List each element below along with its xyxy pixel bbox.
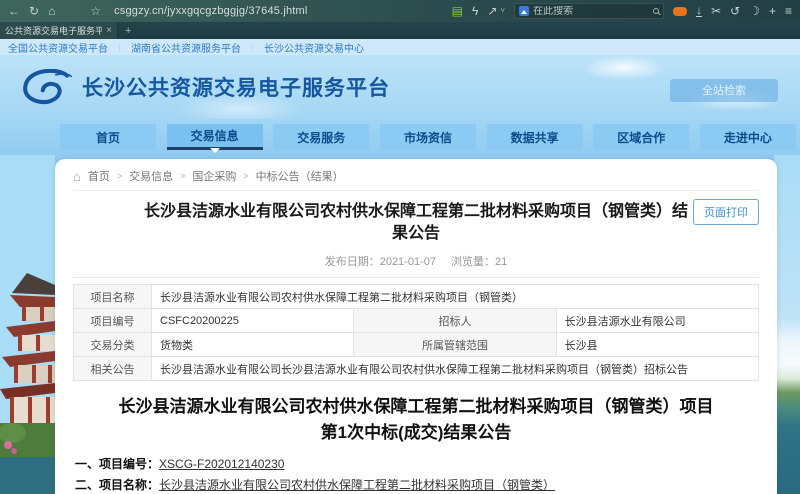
info-label-project-no: 项目编号: [74, 309, 152, 333]
toolbar-search-box[interactable]: [514, 3, 664, 19]
share-icon[interactable]: ↗: [487, 5, 497, 17]
night-mode-icon[interactable]: ☽: [749, 5, 760, 17]
building-photo-background: [774, 155, 800, 494]
item-value: XSCG-F202012140230: [159, 457, 284, 471]
breadcrumb-separator: >: [117, 171, 122, 181]
item-project-number: 一、项目编号：XSCG-F202012140230: [75, 454, 759, 475]
link-hunan-platform[interactable]: 湖南省公共资源服务平台: [131, 40, 241, 55]
content-card: ⌂ 首页 > 交易信息 > 国企采购 > 中标公告（结果） 长沙县洁源水业有限公…: [55, 159, 777, 494]
nav-item-trade-info[interactable]: 交易信息: [167, 124, 263, 150]
link-separator: ｜: [248, 41, 257, 54]
browser-tab[interactable]: 公共资源交易电子服务平台 ×: [0, 22, 118, 39]
toolbar-right-group: ▤ ϟ ↗ ˅ ↓ ✂ ↺ ☽ + ≡: [452, 3, 792, 19]
item-label: 一、项目编号：: [75, 457, 159, 471]
info-value-project-no: CSFC20200225: [152, 309, 354, 333]
search-icon[interactable]: [653, 8, 659, 14]
print-page-button[interactable]: 页面打印: [693, 199, 759, 225]
reader-mode-icon[interactable]: ▤: [452, 5, 463, 17]
info-value-project-name: 长沙县洁源水业有限公司农村供水保障工程第二批材料采购项目（钢管类）: [152, 285, 759, 309]
breadcrumb-separator: >: [180, 171, 185, 181]
webpage: 全国公共资源交易平台 ｜ 湖南省公共资源服务平台 ｜ 长沙公共资源交易中心 长沙…: [0, 39, 800, 494]
scissors-icon[interactable]: ✂: [711, 5, 721, 17]
page-title: 长沙县洁源水业有限公司农村供水保障工程第二批材料采购项目（钢管类）结果公告: [73, 201, 759, 244]
site-search-input[interactable]: [670, 79, 778, 102]
tab-title: 公共资源交易电子服务平台: [5, 24, 102, 37]
info-label-jurisdiction: 所属管辖范围: [354, 333, 556, 357]
site-title: 长沙公共资源交易电子服务平台: [82, 72, 390, 102]
info-label-trade-category: 交易分类: [74, 333, 152, 357]
new-tab-icon[interactable]: +: [769, 5, 776, 17]
table-row: 交易分类 货物类 所属管辖范围 长沙县: [74, 333, 759, 357]
views-label: 浏览量：: [451, 256, 495, 268]
nav-item-market-credit[interactable]: 市场资信: [380, 124, 476, 150]
breadcrumb-soe-procurement[interactable]: 国企采购: [192, 168, 236, 184]
nav-item-trade-service[interactable]: 交易服务: [273, 124, 369, 150]
publish-date-label: 发布日期：: [325, 256, 380, 268]
lightning-icon[interactable]: ϟ: [472, 5, 478, 17]
download-icon[interactable]: ↓: [696, 5, 702, 17]
breadcrumb-separator: >: [243, 171, 248, 181]
item-project-name: 二、项目名称：长沙县洁源水业有限公司农村供水保障工程第二批材料采购项目（钢管类）: [75, 475, 759, 494]
top-links-bar: 全国公共资源交易平台 ｜ 湖南省公共资源服务平台 ｜ 长沙公共资源交易中心: [0, 39, 800, 55]
table-row: 项目名称 长沙县洁源水业有限公司农村供水保障工程第二批材料采购项目（钢管类）: [74, 285, 759, 309]
reload-icon[interactable]: ↻: [29, 5, 39, 17]
article-title-block: 长沙县洁源水业有限公司农村供水保障工程第二批材料采购项目（钢管类）结果公告 页面…: [73, 201, 759, 244]
home-icon[interactable]: ⌂: [48, 5, 55, 17]
link-changsha-center[interactable]: 长沙公共资源交易中心: [264, 40, 364, 55]
link-separator: ｜: [115, 41, 124, 54]
toolbar-search-input[interactable]: [533, 6, 649, 17]
breadcrumb-trade-info[interactable]: 交易信息: [129, 168, 173, 184]
nav-item-home[interactable]: 首页: [60, 124, 156, 150]
info-value-tenderer: 长沙县洁源水业有限公司: [556, 309, 758, 333]
game-controller-icon[interactable]: [673, 7, 687, 16]
project-info-table: 项目名称 长沙县洁源水业有限公司农村供水保障工程第二批材料采购项目（钢管类） 项…: [73, 284, 759, 381]
tab-strip: 公共资源交易电子服务平台 × +: [0, 22, 800, 39]
item-label: 二、项目名称：: [75, 478, 159, 492]
info-value-trade-category: 货物类: [152, 333, 354, 357]
browser-toolbar: ← ↻ ⌂ ☆ csggzy.cn/jyxxgqcgzbggjg/37645.j…: [0, 0, 800, 22]
link-national-platform[interactable]: 全国公共资源交易平台: [8, 40, 108, 55]
nav-item-regional-coop[interactable]: 区域合作: [593, 124, 689, 150]
nav-item-about-center[interactable]: 走进中心: [700, 124, 796, 150]
breadcrumb: ⌂ 首页 > 交易信息 > 国企采购 > 中标公告（结果）: [73, 168, 759, 191]
info-label-project-name: 项目名称: [74, 285, 152, 309]
breadcrumb-home[interactable]: 首页: [88, 168, 110, 184]
info-value-related-notice: 长沙县洁源水业有限公司长沙县洁源水业有限公司农村供水保障工程第二批材料采购项目（…: [152, 357, 759, 381]
announcement-heading: 长沙县洁源水业有限公司农村供水保障工程第二批材料采购项目（钢管类）项目第1次中标…: [111, 394, 721, 445]
info-label-related-notice: 相关公告: [74, 357, 152, 381]
item-value: 长沙县洁源水业有限公司农村供水保障工程第二批材料采购项目（钢管类）: [159, 478, 555, 492]
nav-item-data-share[interactable]: 数据共享: [487, 124, 583, 150]
breadcrumb-current: 中标公告（结果）: [256, 168, 344, 184]
new-tab-button[interactable]: +: [118, 22, 138, 39]
menu-icon[interactable]: ≡: [785, 5, 792, 17]
logo-mark-icon: [20, 69, 72, 105]
breadcrumb-home-icon[interactable]: ⌂: [73, 169, 81, 184]
table-row: 项目编号 CSFC20200225 招标人 长沙县洁源水业有限公司: [74, 309, 759, 333]
pagoda-photo-background: [0, 155, 55, 494]
site-header: 长沙公共资源交易电子服务平台: [0, 55, 800, 119]
chevron-down-icon[interactable]: ˅: [500, 7, 505, 15]
views-count: 21: [495, 256, 507, 268]
url-bar[interactable]: csggzy.cn/jyxxgqcgzbggjg/37645.jhtml: [114, 5, 364, 17]
publish-date: 2021-01-07: [380, 256, 436, 268]
undo-icon[interactable]: ↺: [730, 5, 740, 17]
site-logo[interactable]: 长沙公共资源交易电子服务平台: [20, 69, 390, 105]
bookmark-star-icon[interactable]: ☆: [90, 5, 101, 17]
info-label-tenderer: 招标人: [354, 309, 556, 333]
table-row: 相关公告 长沙县洁源水业有限公司长沙县洁源水业有限公司农村供水保障工程第二批材料…: [74, 357, 759, 381]
back-icon[interactable]: ←: [8, 5, 20, 17]
search-engine-icon: [519, 6, 529, 16]
article-meta: 发布日期：2021-01-07 浏览量：21: [73, 253, 759, 269]
info-value-jurisdiction: 长沙县: [556, 333, 758, 357]
tab-close-icon[interactable]: ×: [106, 25, 112, 36]
main-nav: 首页 交易信息 交易服务 市场资信 数据共享 区域合作 走进中心: [0, 119, 800, 159]
divider: [73, 277, 759, 278]
